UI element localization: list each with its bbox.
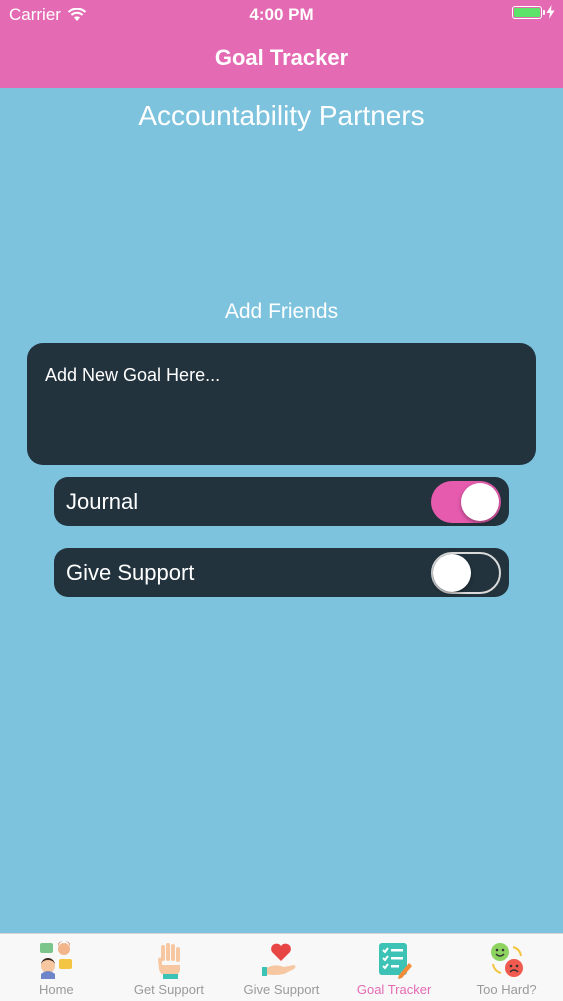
tab-goal-tracker-label: Goal Tracker xyxy=(356,982,432,997)
tab-give-support-label: Give Support xyxy=(243,982,320,997)
heart-hand-icon xyxy=(262,943,296,976)
tab-too-hard[interactable]: Too Hard? xyxy=(450,934,563,1001)
checklist-icon xyxy=(379,943,413,979)
battery-group xyxy=(512,5,555,19)
charging-bolt-icon xyxy=(546,5,555,19)
switch-knob xyxy=(433,554,471,592)
add-friends-button[interactable]: Add Friends xyxy=(0,300,563,324)
tab-home[interactable]: Home xyxy=(0,934,113,1001)
give-support-toggle-row: Give Support xyxy=(54,548,509,597)
tab-bar: Home Get Support Give Support Goal Track… xyxy=(0,933,563,1001)
status-time: 4:00 PM xyxy=(249,5,314,24)
tab-get-support[interactable]: Get Support xyxy=(113,934,226,1001)
journal-label: Journal xyxy=(66,488,139,514)
people-chat-icon xyxy=(40,941,73,979)
journal-switch[interactable] xyxy=(431,481,501,523)
goal-input[interactable]: Add New Goal Here... xyxy=(27,343,536,465)
nav-title: Goal Tracker xyxy=(214,45,349,70)
journal-toggle-row: Journal xyxy=(54,477,509,526)
tab-goal-tracker[interactable]: Goal Tracker xyxy=(338,934,451,1001)
tab-home-label: Home xyxy=(38,982,74,997)
tab-too-hard-label: Too Hard? xyxy=(476,982,537,997)
page-heading: Accountability Partners xyxy=(138,100,425,131)
raised-hand-icon xyxy=(157,943,180,979)
battery-icon xyxy=(512,5,545,19)
nav-bar: Goal Tracker xyxy=(0,30,563,88)
switch-knob xyxy=(461,483,499,521)
mood-faces-icon xyxy=(490,943,523,977)
tab-get-support-label: Get Support xyxy=(133,982,204,997)
goal-input-placeholder: Add New Goal Here... xyxy=(45,365,221,385)
give-support-label: Give Support xyxy=(66,559,195,585)
status-bar: Carrier 4:00 PM xyxy=(0,0,563,30)
give-support-switch[interactable] xyxy=(431,552,501,594)
tab-give-support[interactable]: Give Support xyxy=(225,934,338,1001)
